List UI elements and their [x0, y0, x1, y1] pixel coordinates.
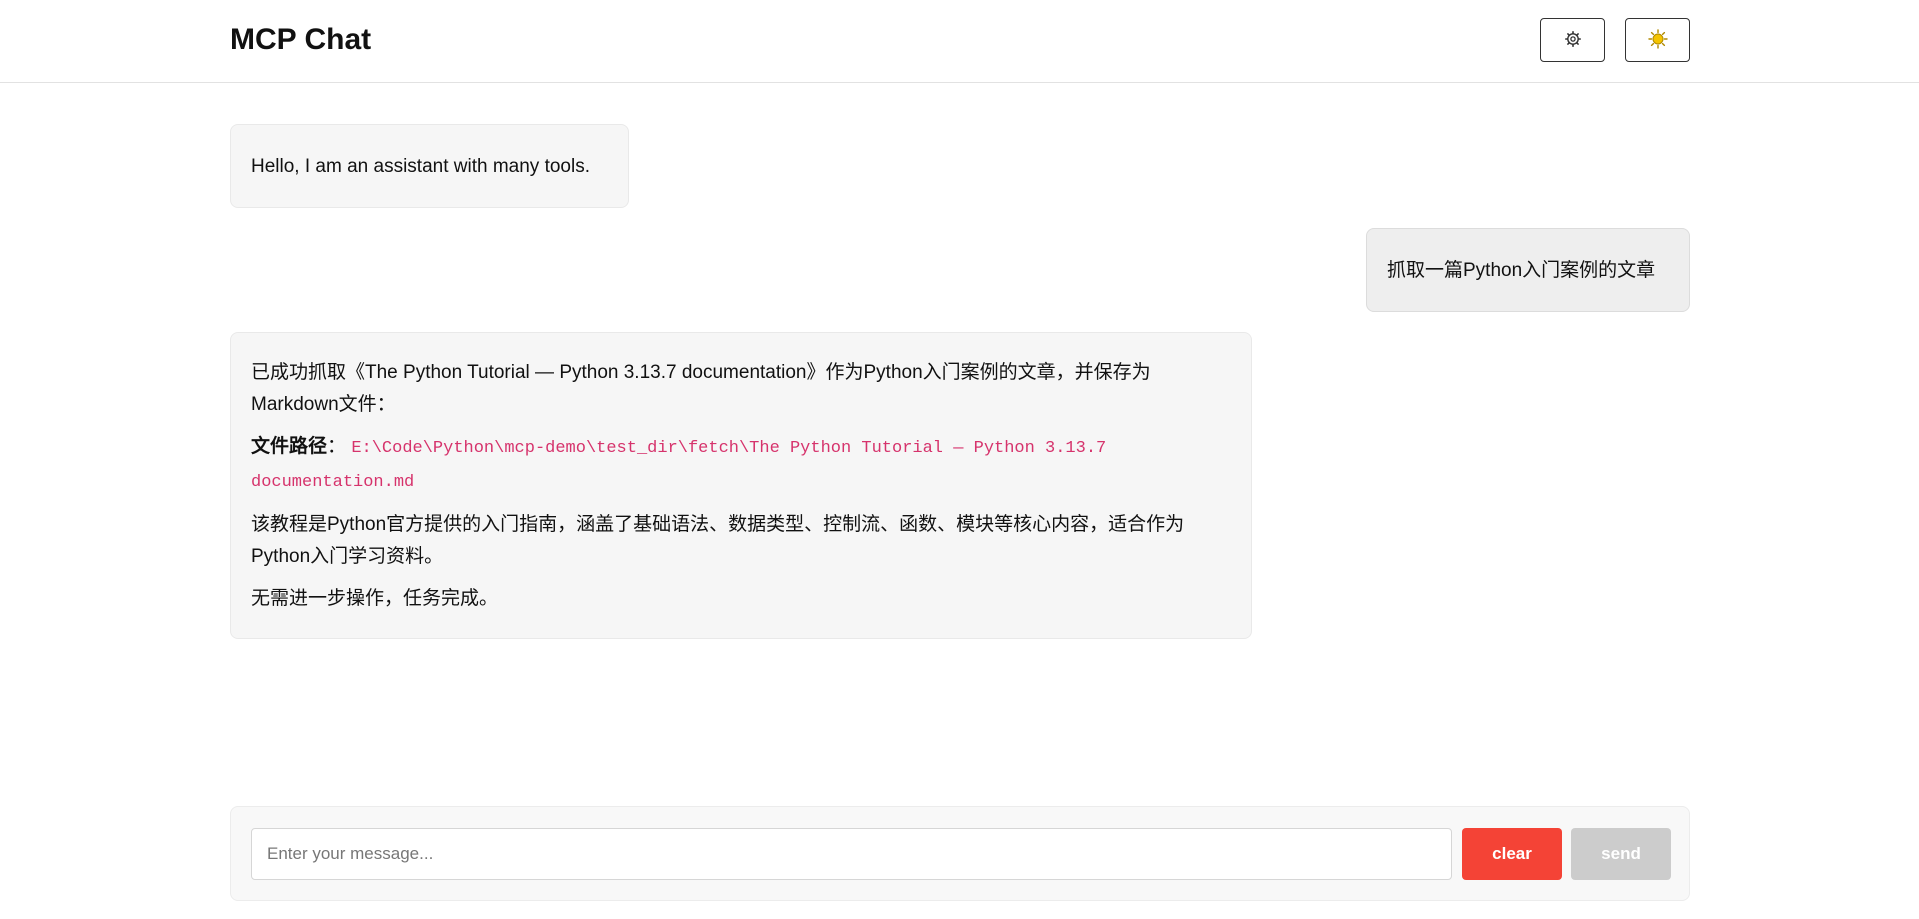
- message-composer: clear send: [230, 806, 1690, 901]
- sun-icon: [1647, 28, 1668, 52]
- message-input[interactable]: [251, 828, 1452, 880]
- app-header: MCP Chat: [0, 0, 1919, 83]
- file-path-colon: ：: [327, 436, 347, 457]
- assistant-message: Hello, I am an assistant with many tools…: [230, 124, 629, 208]
- message-paragraph: 已成功抓取《The Python Tutorial — Python 3.13.…: [251, 362, 1151, 415]
- assistant-message: 已成功抓取《The Python Tutorial — Python 3.13.…: [230, 332, 1252, 639]
- message-paragraph: 该教程是Python官方提供的入门指南，涵盖了基础语法、数据类型、控制流、函数、…: [251, 514, 1185, 567]
- message-text: 抓取一篇Python入门案例的文章: [1387, 260, 1656, 281]
- file-path-line: 文件路径： E:\Code\Python\mcp-demo\test_dir\f…: [251, 431, 1231, 499]
- message-text: Hello, I am an assistant with many tools…: [251, 156, 590, 177]
- settings-button[interactable]: [1540, 18, 1605, 62]
- file-path-code: E:\Code\Python\mcp-demo\test_dir\fetch\T…: [251, 439, 1107, 492]
- theme-toggle-button[interactable]: [1625, 18, 1690, 62]
- send-button[interactable]: send: [1571, 828, 1671, 880]
- app-title: MCP Chat: [230, 23, 372, 56]
- chat-messages: Hello, I am an assistant with many tools…: [230, 83, 1690, 803]
- user-message: 抓取一篇Python入门案例的文章: [1366, 228, 1690, 312]
- clear-button[interactable]: clear: [1462, 828, 1562, 880]
- gear-icon: [1564, 30, 1581, 50]
- file-path-label: 文件路径: [251, 436, 328, 457]
- message-paragraph: 无需进一步操作，任务完成。: [251, 588, 499, 609]
